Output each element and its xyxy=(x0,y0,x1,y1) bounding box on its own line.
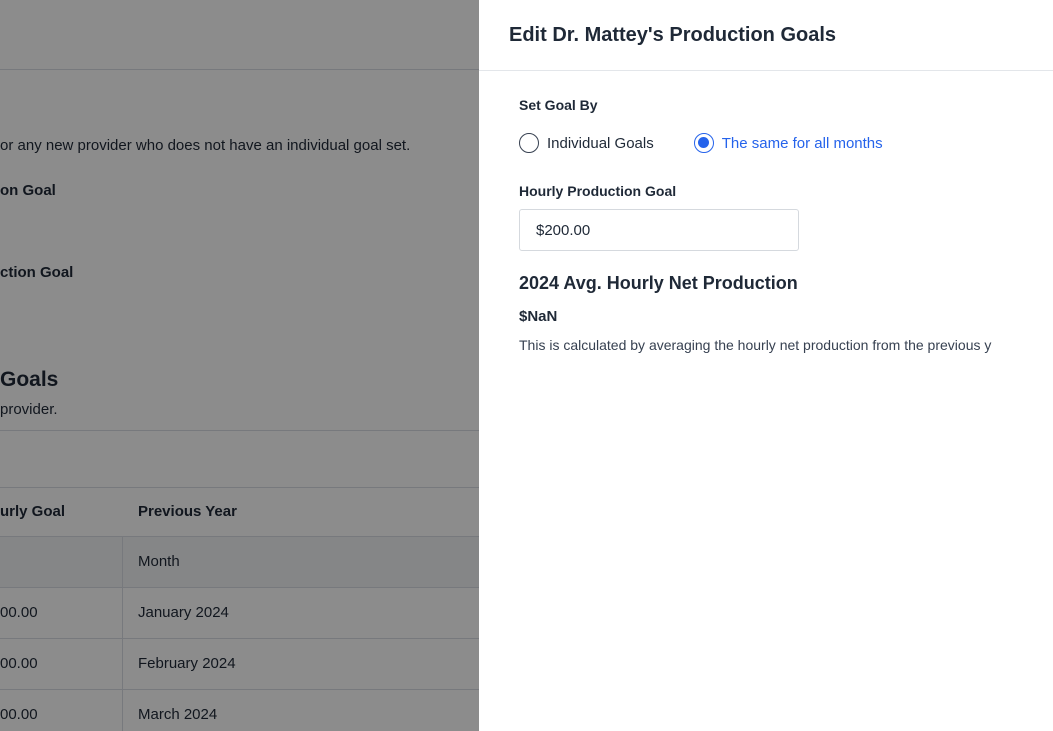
avg-hourly-net-production-description: This is calculated by averaging the hour… xyxy=(519,337,992,353)
edit-goals-drawer: Edit Dr. Mattey's Production Goals Set G… xyxy=(479,0,1053,731)
drawer-body: Set Goal By Individual Goals The same fo… xyxy=(479,71,1053,353)
avg-hourly-net-production-title: 2024 Avg. Hourly Net Production xyxy=(519,273,798,293)
radio-same-for-all-months[interactable]: The same for all months xyxy=(693,133,883,153)
radio-label-individual-goals[interactable]: Individual Goals xyxy=(547,135,654,152)
set-goal-by-radio-group: Individual Goals The same for all months xyxy=(519,131,1053,155)
avg-hourly-net-production-value: $NaN xyxy=(519,308,558,325)
drawer-title: Edit Dr. Mattey's Production Goals xyxy=(509,23,837,46)
radio-label-same-for-all-months[interactable]: The same for all months xyxy=(722,135,883,152)
hourly-production-goal-label: Hourly Production Goal xyxy=(519,183,677,199)
drawer-header: Edit Dr. Mattey's Production Goals xyxy=(479,0,1053,71)
radio-button-checked[interactable] xyxy=(693,133,714,153)
radio-button-unchecked[interactable] xyxy=(519,133,539,153)
set-goal-by-label: Set Goal By xyxy=(519,97,598,113)
radio-individual-goals[interactable]: Individual Goals xyxy=(519,133,654,153)
hourly-production-goal-input[interactable] xyxy=(519,209,799,251)
